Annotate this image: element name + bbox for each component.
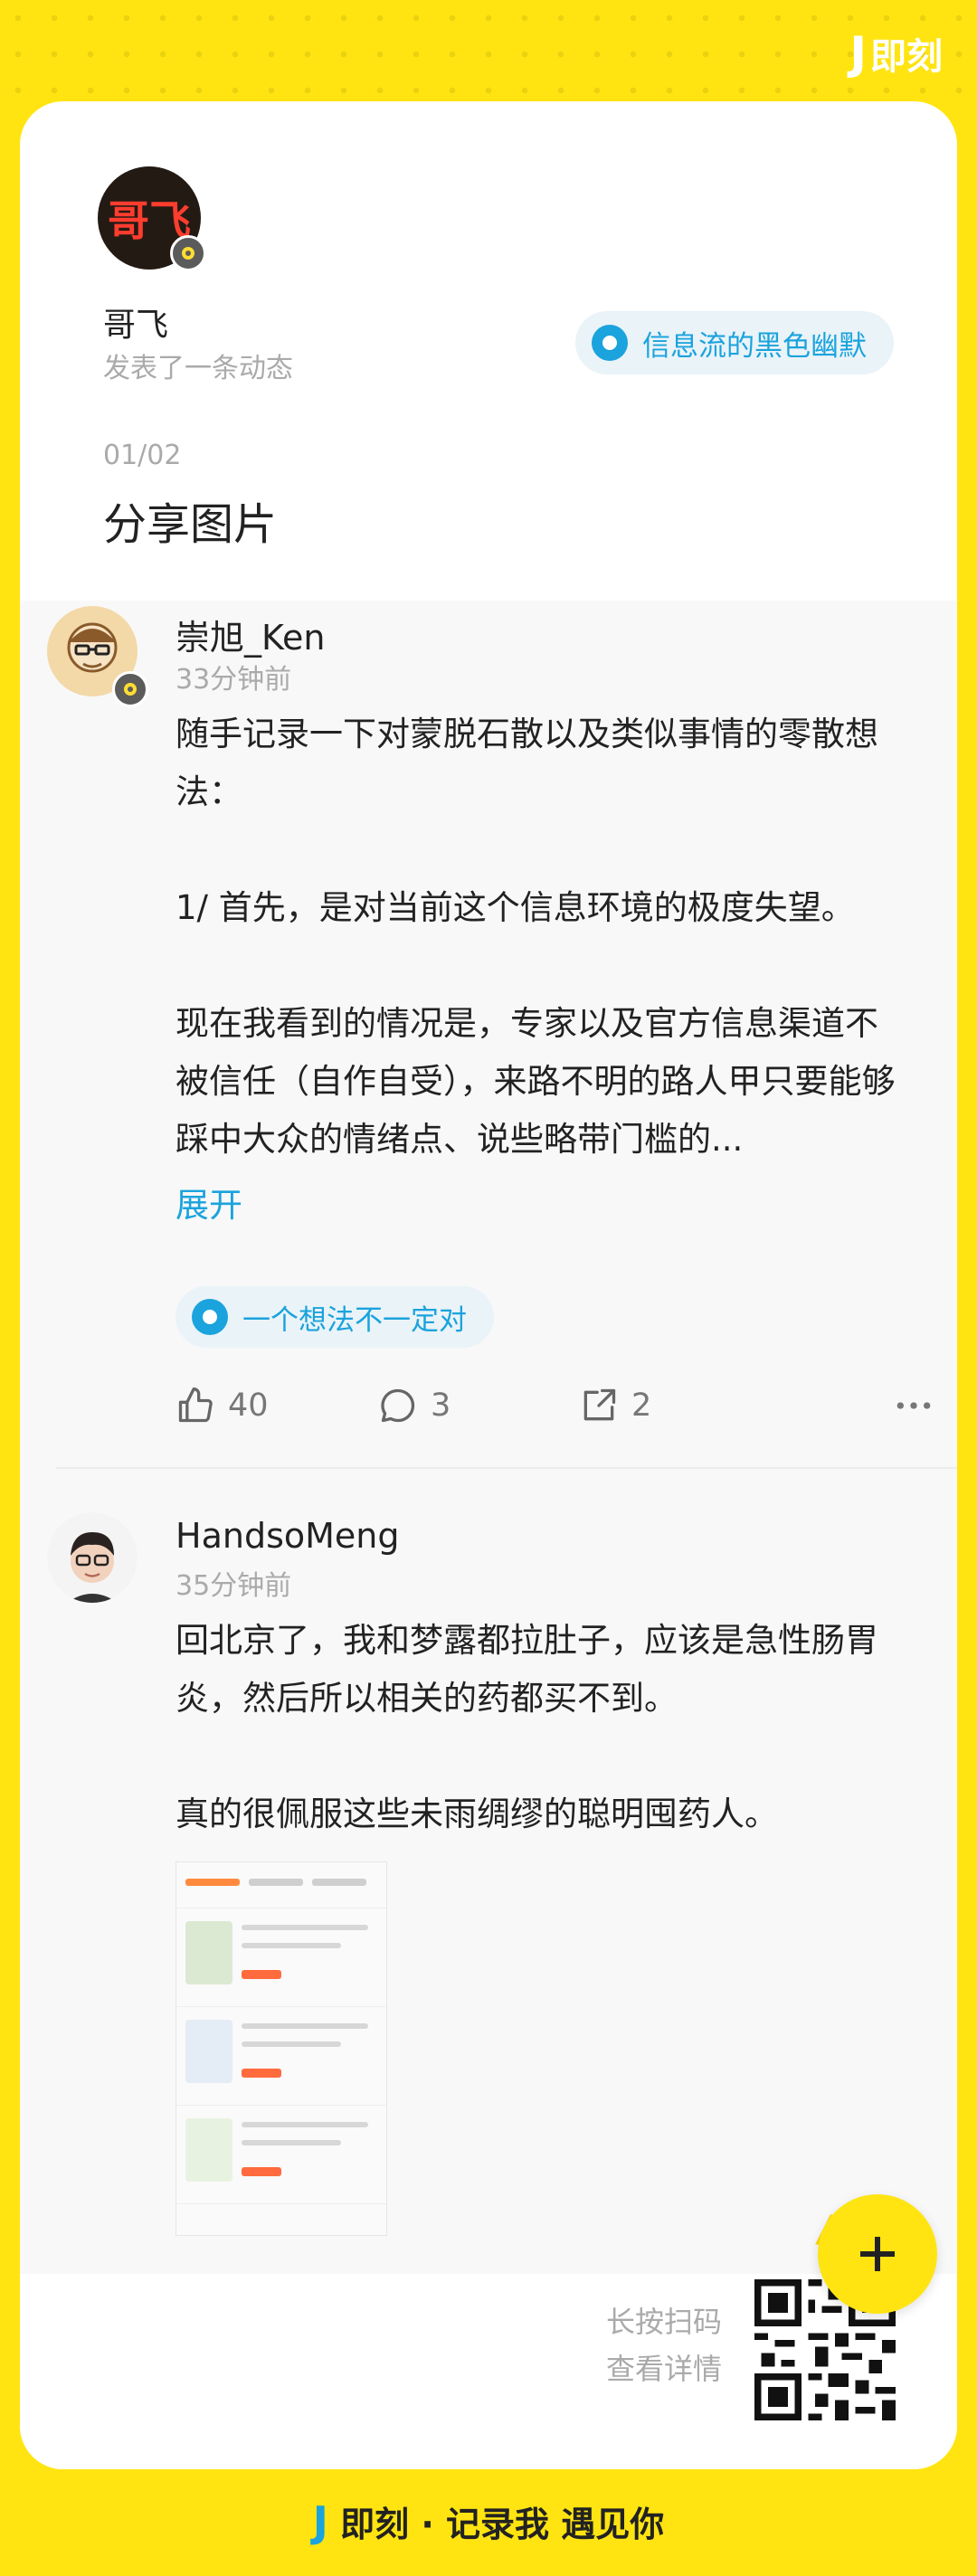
share-button[interactable]: 2 bbox=[579, 1386, 651, 1425]
author-name[interactable]: 哥飞 bbox=[103, 298, 168, 346]
comment-icon bbox=[381, 1388, 415, 1423]
more-icon bbox=[896, 1402, 931, 1409]
dotted-background bbox=[0, 0, 977, 109]
verified-badge-icon bbox=[170, 235, 206, 271]
like-count: 40 bbox=[228, 1387, 269, 1424]
share-card: 哥飞 哥飞 发表了一条动态 信息流的黑色幽默 01/02 分享图片 崇旭_Ken… bbox=[20, 101, 957, 2469]
plus-icon bbox=[860, 2237, 895, 2271]
expand-link[interactable]: 展开 bbox=[175, 1178, 242, 1226]
brand-logo: J 即刻 bbox=[849, 27, 943, 80]
comment-count: 3 bbox=[431, 1387, 451, 1424]
user-name[interactable]: 崇旭_Ken bbox=[175, 610, 326, 659]
comment-button[interactable]: 3 bbox=[378, 1386, 451, 1425]
shared-image: 崇旭_Ken 33分钟前 随手记录一下对蒙脱石散以及类似事情的零散想法： 1/ … bbox=[20, 601, 957, 2274]
user-name[interactable]: HandsoMeng bbox=[175, 1516, 399, 1556]
topic-label: 一个想法不一定对 bbox=[242, 1303, 467, 1337]
scan-hint-1: 长按扫码 bbox=[605, 2305, 722, 2339]
slogan-text: 即刻 · 记录我 遇见你 bbox=[340, 2505, 665, 2544]
footer-slogan: J 即刻 · 记录我 遇见你 bbox=[0, 2496, 977, 2546]
brand-mark: J bbox=[849, 27, 867, 80]
post-paragraph: 真的很佩服这些未雨绸缪的聪明囤药人。 bbox=[175, 1795, 778, 1833]
verified-badge-icon bbox=[112, 671, 148, 707]
user-avatar[interactable] bbox=[47, 1512, 138, 1603]
image-counter: 01/02 bbox=[103, 440, 182, 471]
like-button[interactable]: 40 bbox=[175, 1386, 269, 1425]
post-time: 35分钟前 bbox=[175, 1570, 292, 1602]
scan-hint-2: 查看详情 bbox=[605, 2352, 722, 2386]
post-paragraph: 1/ 首先，是对当前这个信息环境的极度失望。 bbox=[175, 888, 855, 927]
share-count: 2 bbox=[631, 1387, 652, 1424]
action-bar: 40 3 2 bbox=[175, 1386, 931, 1440]
topic-label: 信息流的黑色幽默 bbox=[642, 329, 867, 363]
brand-mark: J bbox=[312, 2497, 328, 2546]
post-divider bbox=[56, 1467, 957, 1469]
author-subtitle: 发表了一条动态 bbox=[103, 353, 293, 384]
post-paragraph: 现在我看到的情况是，专家以及官方信息渠道不被信任（自作自受），来路不明的路人甲只… bbox=[175, 1004, 896, 1159]
add-button[interactable] bbox=[818, 2194, 937, 2314]
share-title: 分享图片 bbox=[103, 499, 278, 550]
post-topic-chip[interactable]: 一个想法不一定对 bbox=[175, 1286, 494, 1348]
post-image-thumbnail[interactable] bbox=[175, 1861, 387, 2236]
topic-chip[interactable]: 信息流的黑色幽默 bbox=[575, 311, 894, 374]
post-paragraph: 随手记录一下对蒙脱石散以及类似事情的零散想法： bbox=[175, 715, 878, 811]
more-button[interactable] bbox=[894, 1386, 946, 1425]
brand-name: 即刻 bbox=[870, 36, 943, 78]
topic-icon bbox=[592, 325, 628, 361]
topic-icon bbox=[192, 1299, 228, 1335]
post-text: 回北京了，我和梦露都拉肚子，应该是急性肠胃炎，然后所以相关的药都买不到。 真的很… bbox=[175, 1612, 899, 1843]
post-paragraph: 回北京了，我和梦露都拉肚子，应该是急性肠胃炎，然后所以相关的药都买不到。 bbox=[175, 1621, 878, 1718]
thumb-up-icon bbox=[178, 1387, 213, 1423]
post-time: 33分钟前 bbox=[175, 664, 292, 696]
share-icon bbox=[583, 1388, 616, 1421]
post-text: 随手记录一下对蒙脱石散以及类似事情的零散想法： 1/ 首先，是对当前这个信息环境… bbox=[175, 706, 899, 1169]
